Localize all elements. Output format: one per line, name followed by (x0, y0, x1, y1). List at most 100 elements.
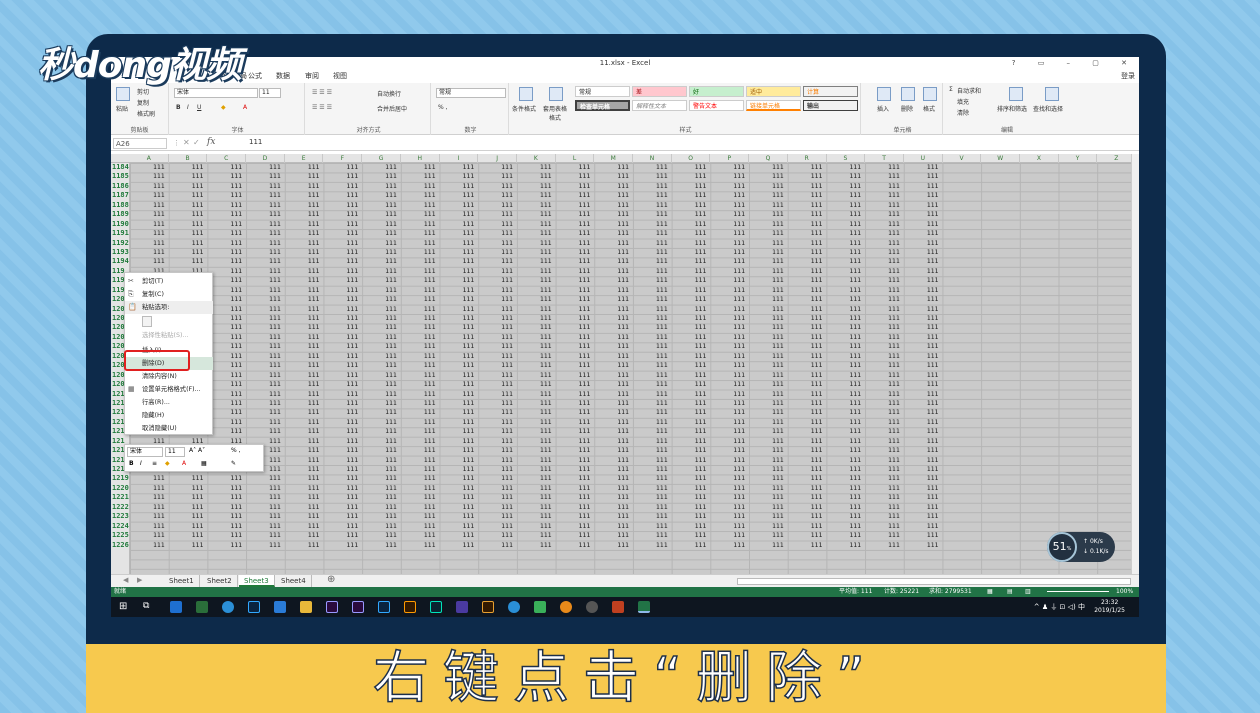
row-header[interactable]: 1194 (111, 257, 129, 266)
cell[interactable]: 111 (401, 427, 440, 436)
excel-taskbar-icon[interactable] (638, 601, 650, 613)
style-neutral[interactable]: 适中 (746, 86, 801, 97)
cell[interactable]: 111 (749, 493, 788, 502)
style-linked[interactable]: 链接单元格 (746, 100, 801, 111)
cell[interactable]: 111 (904, 333, 943, 342)
style-calculation[interactable]: 计算 (803, 86, 858, 97)
cell[interactable]: 111 (710, 474, 749, 483)
cell[interactable]: 111 (517, 314, 556, 323)
cell[interactable]: 111 (246, 229, 285, 238)
cell[interactable]: 111 (362, 323, 401, 332)
cell[interactable]: 111 (130, 484, 169, 493)
column-header[interactable]: N (633, 154, 672, 163)
cell[interactable]: 111 (285, 172, 324, 181)
cell[interactable]: 111 (710, 408, 749, 417)
cell[interactable]: 111 (517, 248, 556, 257)
qq-browser-icon[interactable] (508, 601, 520, 613)
cell[interactable]: 111 (478, 418, 517, 427)
cell[interactable]: 111 (904, 163, 943, 172)
cell[interactable]: 111 (207, 399, 246, 408)
cell[interactable]: 111 (904, 380, 943, 389)
cell[interactable]: 111 (440, 172, 479, 181)
cell[interactable]: 111 (440, 267, 479, 276)
cell[interactable]: 111 (323, 512, 362, 521)
cell[interactable]: 111 (710, 456, 749, 465)
cell[interactable]: 111 (246, 408, 285, 417)
folder-icon[interactable] (300, 601, 312, 613)
cell[interactable]: 111 (246, 427, 285, 436)
cell[interactable]: 111 (285, 399, 324, 408)
cell[interactable]: 111 (865, 191, 904, 200)
cell[interactable]: 111 (826, 229, 865, 238)
cell[interactable]: 111 (788, 163, 827, 172)
cell[interactable]: 111 (323, 248, 362, 257)
cell[interactable]: 111 (556, 314, 595, 323)
column-header[interactable]: P (711, 154, 750, 163)
cell[interactable]: 111 (710, 371, 749, 380)
column-header[interactable]: J (478, 154, 517, 163)
copy-button[interactable]: 复制 (137, 98, 149, 107)
cell[interactable]: 111 (710, 418, 749, 427)
cell[interactable]: 111 (323, 484, 362, 493)
cell[interactable]: 111 (672, 276, 711, 285)
cell[interactable]: 111 (594, 267, 633, 276)
cell[interactable]: 111 (672, 191, 711, 200)
cell[interactable]: 111 (517, 257, 556, 266)
add-sheet-icon[interactable]: ⊕ (327, 574, 335, 585)
cell[interactable]: 111 (633, 408, 672, 417)
cell[interactable]: 111 (672, 465, 711, 474)
row-header[interactable]: 1185 (111, 172, 129, 181)
cell[interactable]: 111 (633, 305, 672, 314)
cell[interactable]: 111 (672, 474, 711, 483)
cell[interactable]: 111 (749, 172, 788, 181)
cell[interactable]: 111 (285, 361, 324, 370)
cell[interactable]: 111 (517, 333, 556, 342)
cell[interactable]: 111 (517, 201, 556, 210)
cell[interactable]: 111 (401, 342, 440, 351)
cell[interactable]: 111 (826, 172, 865, 181)
row-header[interactable]: 1226 (111, 541, 129, 550)
cell[interactable]: 111 (285, 257, 324, 266)
cell[interactable]: 111 (169, 484, 208, 493)
cell[interactable]: 111 (246, 512, 285, 521)
cell[interactable]: 111 (285, 314, 324, 323)
column-header[interactable]: M (594, 154, 634, 163)
cell[interactable]: 111 (865, 276, 904, 285)
cell[interactable]: 111 (401, 323, 440, 332)
cell[interactable]: 111 (788, 456, 827, 465)
cell[interactable]: 111 (401, 352, 440, 361)
cell[interactable]: 111 (362, 427, 401, 436)
find-select-button[interactable]: 查找和选择 (1033, 104, 1063, 113)
cell[interactable]: 111 (788, 484, 827, 493)
cell[interactable]: 111 (440, 276, 479, 285)
cell[interactable]: 111 (672, 267, 711, 276)
cell[interactable]: 111 (865, 267, 904, 276)
cell[interactable]: 111 (517, 267, 556, 276)
cell[interactable]: 111 (169, 541, 208, 550)
cell[interactable]: 111 (207, 541, 246, 550)
cell[interactable]: 111 (362, 267, 401, 276)
cell[interactable]: 111 (594, 163, 633, 172)
cell[interactable]: 111 (207, 286, 246, 295)
cell[interactable]: 111 (440, 314, 479, 323)
cell[interactable]: 111 (594, 257, 633, 266)
menu-item[interactable]: ✂ 剪切(T) (125, 275, 213, 288)
cell[interactable]: 111 (478, 220, 517, 229)
cell[interactable]: 111 (904, 257, 943, 266)
table-format-icon[interactable] (549, 87, 563, 101)
cell[interactable]: 111 (556, 427, 595, 436)
cell[interactable]: 111 (826, 446, 865, 455)
cell[interactable]: 111 (594, 229, 633, 238)
tab-formulas[interactable]: 公式 (248, 71, 262, 81)
cell[interactable]: 111 (285, 229, 324, 238)
cell[interactable]: 111 (556, 276, 595, 285)
cell[interactable]: 111 (788, 210, 827, 219)
cell[interactable]: 111 (362, 474, 401, 483)
cell[interactable]: 111 (865, 541, 904, 550)
cell[interactable]: 111 (826, 239, 865, 248)
cell[interactable]: 111 (710, 210, 749, 219)
cell[interactable]: 111 (672, 163, 711, 172)
style-bad[interactable]: 差 (632, 86, 687, 97)
cell[interactable]: 111 (517, 220, 556, 229)
cell[interactable]: 111 (285, 323, 324, 332)
